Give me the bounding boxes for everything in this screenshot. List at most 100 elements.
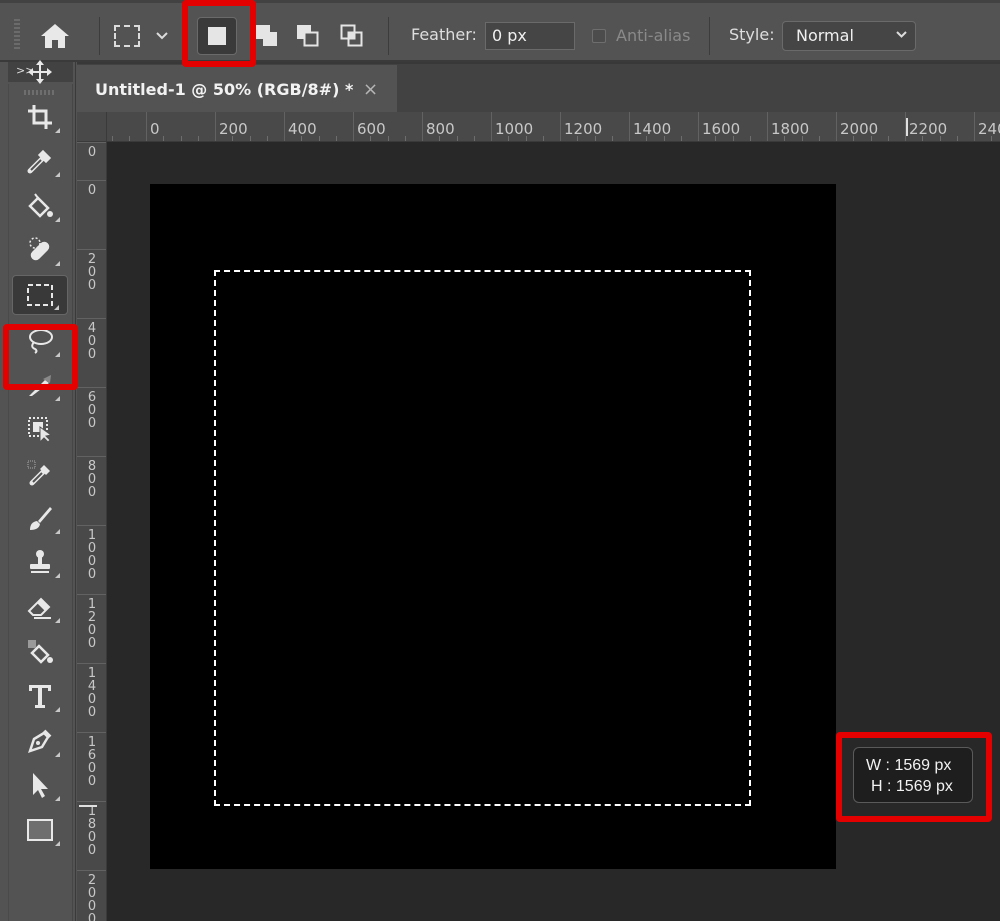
rectangular-marquee-icon [114,25,140,47]
ruler-minor-tick [680,136,682,141]
clone-stamp-tool[interactable] [12,542,68,582]
separator [99,17,100,55]
flyout-indicator-icon [55,128,60,133]
close-icon[interactable]: × [363,79,378,100]
ruler-minor-tick [301,136,303,141]
ruler-minor-tick [163,136,165,141]
ruler-label: 1800 [87,804,97,858]
flyout-indicator-icon [54,305,59,310]
ruler-label: 200 [219,120,248,138]
crop-icon [26,103,54,131]
intersect-with-selection-button[interactable] [332,17,372,55]
ruler-label: 0 [87,183,97,198]
chevron-down-icon[interactable] [152,25,172,47]
ruler-minor-tick [801,136,803,141]
vertical-ruler[interactable]: 0 0 200 400 600 800 1000 1200 1400 1600 1800 2000 [77,142,107,921]
selection-size-tooltip: W : 1569 px H : 1569 px [853,747,973,803]
separator [388,17,389,55]
intersect-with-selection-icon [340,24,363,47]
eraser-icon [26,593,54,621]
tool-preset-picker[interactable] [110,21,144,51]
ruler-label: 2200 [909,120,948,138]
select-subject-icon [26,415,54,443]
ruler-major-tick [698,112,699,141]
flyout-indicator-icon [55,707,60,712]
lasso-tool[interactable] [12,321,68,361]
ruler-label: 800 [426,120,455,138]
flyout-indicator-icon [55,529,60,534]
ruler-major-tick [836,112,837,141]
document-tab-title: Untitled-1 @ 50% (RGB/8#) * [95,79,354,99]
ruler-minor-tick [508,136,510,141]
new-selection-button[interactable] [197,17,237,55]
ruler-minor-tick [887,136,889,141]
select-subject-tool[interactable] [12,409,68,449]
height-value: 1569 px [895,778,953,795]
tools-panel: >> [0,60,76,921]
width-label: W : [866,757,890,774]
healing-brush-tool[interactable] [12,230,68,270]
brush-tool[interactable] [12,498,68,538]
marquee-selection[interactable] [214,270,751,806]
subtract-from-selection-icon [297,25,319,47]
ruler-label: 1200 [87,597,97,651]
flyout-indicator-icon [55,172,60,177]
color-sampler-tool[interactable] [12,453,68,493]
object-selection-icon [26,371,54,399]
path-selection-icon [26,771,54,799]
ruler-label: 1200 [564,120,603,138]
ruler-minor-tick [577,136,579,141]
options-bar-grip[interactable] [14,19,20,49]
document-tab[interactable]: Untitled-1 @ 50% (RGB/8#) * × [77,65,397,113]
crop-tool[interactable] [12,97,68,137]
ruler-major-tick [422,112,423,141]
home-icon[interactable] [38,21,72,51]
rectangular-marquee-tool[interactable] [12,275,68,315]
ruler-minor-tick [404,136,406,141]
ruler-label: 0 [87,145,97,160]
fill-pattern-tool[interactable] [12,632,68,672]
fill-pattern-icon [26,638,54,666]
path-selection-tool[interactable] [12,765,68,805]
separator [709,17,710,55]
photoshop-window: Feather: 0 px Anti-alias Style: Normal U… [0,0,1000,921]
width-value: 1569 px [894,757,952,774]
ruler-origin[interactable] [77,112,107,142]
style-dropdown[interactable]: Normal [782,21,916,51]
pen-tool[interactable] [12,721,68,761]
rectangle-tool[interactable] [12,810,68,850]
ruler-label: 200 [87,252,97,293]
ruler-major-tick [77,525,106,526]
ruler-minor-tick [128,136,130,141]
ruler-minor-tick [818,136,820,141]
ruler-minor-tick [439,136,441,141]
ruler-label: 1400 [87,666,97,720]
ruler-cursor-marker [906,118,908,136]
add-to-selection-button[interactable] [247,17,287,55]
ruler-major-tick [77,142,106,143]
feather-input[interactable]: 0 px [485,22,575,50]
style-value: Normal [796,26,854,45]
ruler-minor-tick [749,136,751,141]
flyout-indicator-icon [55,352,60,357]
ruler-minor-tick [853,136,855,141]
ruler-major-tick [77,663,106,664]
horizontal-ruler[interactable]: 0020040060080010001200140016001800200022… [77,112,1000,142]
flyout-indicator-icon [55,618,60,623]
eyedropper-tool[interactable] [12,141,68,181]
ruler-major-tick [77,249,106,250]
rectangle-icon [26,818,54,842]
move-tool[interactable] [12,52,68,92]
ruler-label: 800 [87,459,97,500]
ruler-major-tick [284,112,285,141]
subtract-from-selection-button[interactable] [288,17,328,55]
anti-alias-checkbox[interactable] [592,29,606,43]
flyout-indicator-icon [55,217,60,222]
paint-bucket-tool[interactable] [12,186,68,226]
ruler-label: 2000 [87,873,97,921]
type-tool[interactable] [12,676,68,716]
eraser-tool[interactable] [12,587,68,627]
ruler-label: 600 [87,390,97,431]
object-selection-tool[interactable] [12,365,68,405]
document-tab-bar: Untitled-1 @ 50% (RGB/8#) * × [77,62,1000,113]
